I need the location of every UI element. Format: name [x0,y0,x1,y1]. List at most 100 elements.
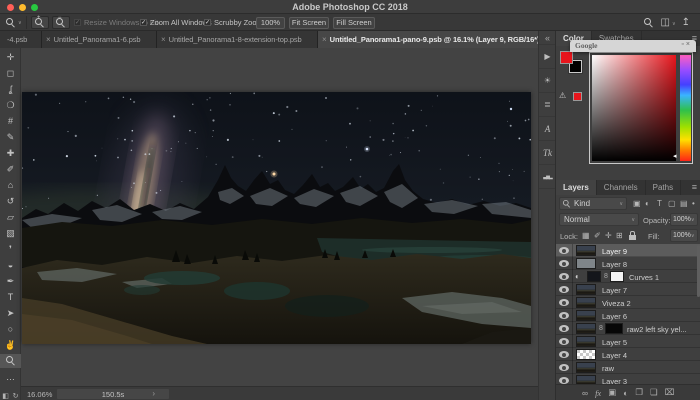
toolbar-more-button[interactable]: … [0,370,21,384]
eye-icon[interactable] [559,260,569,267]
layer-thumbnail[interactable] [576,336,596,347]
layer-row[interactable]: raw [556,361,700,374]
tool-healing-brush[interactable]: ✚ [0,146,21,160]
saturation-brightness-field[interactable] [592,55,676,161]
layer-thumbnail[interactable] [576,310,596,321]
pin-filter-icon[interactable]: • [692,199,695,208]
tab-paths[interactable]: Paths [646,180,681,195]
eye-icon[interactable] [559,299,569,306]
layer-mask-thumbnail[interactable] [610,271,624,282]
layer-row-adjustment[interactable]: ◐ 8 Curves 1 [556,270,700,283]
adjustment-layer-filter-icon[interactable]: ◐ [645,199,650,208]
eye-icon[interactable] [559,247,569,254]
link-layers-icon[interactable]: ∞ [582,388,588,398]
lock-all-icon[interactable] [629,235,636,240]
layer-thumbnail[interactable] [576,323,596,334]
hue-slider[interactable] [680,55,691,161]
layer-thumbnail[interactable] [587,271,601,282]
tool-crop[interactable]: # [0,114,21,128]
fit-screen-button[interactable]: Fit Screen [289,17,329,29]
layer-thumbnail[interactable] [576,245,596,256]
type-layer-filter-icon[interactable]: T [657,199,662,208]
layer-row[interactable]: Layer 5 [556,335,700,348]
layer-thumbnail[interactable] [576,258,596,269]
blend-mode-select[interactable]: Normal ∨ [559,213,639,226]
document-info[interactable]: 150.5s › [57,389,169,399]
tool-lasso[interactable]: ʆ [0,82,21,96]
new-adjustment-layer-icon[interactable]: ◐ [623,388,628,398]
lock-position-icon[interactable]: ✛ [605,231,612,240]
gamut-color-swatch[interactable] [573,92,582,101]
tab-layers[interactable]: Layers [556,180,597,195]
layer-thumbnail[interactable] [576,297,596,308]
zoom-100-button[interactable]: 100% [256,17,285,29]
close-tab-icon[interactable]: × [161,35,166,44]
smart-object-filter-icon[interactable]: ▤ [680,199,688,208]
eye-icon[interactable] [559,312,569,319]
eye-icon[interactable] [559,286,569,293]
tool-dodge[interactable]: ◒ [0,258,21,272]
tool-hand[interactable]: ✌ [0,338,21,352]
tool-path-select[interactable]: ➤ [0,306,21,320]
lock-pixels-icon[interactable]: ✐ [594,231,601,240]
layer-row-masked[interactable]: 8 raw2 left sky yel... [556,322,700,335]
color-panel-swatches[interactable] [560,51,584,75]
new-layer-icon[interactable]: ❏ [650,387,658,398]
fill-select[interactable]: 100% ∨ [670,229,698,242]
actions-panel-icon[interactable]: ▶ [539,45,556,69]
document-tab[interactable]: × Untitled_Panorama1-8-extension-top.psb [157,31,318,48]
search-icon[interactable] [644,18,654,28]
tool-blur[interactable]: ❜ [0,242,21,256]
eye-icon[interactable] [559,325,569,332]
panel-menu-icon[interactable]: ≡ [692,182,697,192]
histogram-panel-icon[interactable]: ▃▅▂ [539,165,556,189]
document-tab[interactable]: -4.psb [0,31,42,48]
tool-pen[interactable]: ✒ [0,274,21,288]
tool-shape[interactable]: ○ [0,322,21,336]
tool-move[interactable]: ✛ [0,50,21,64]
share-icon[interactable]: ↥ [682,17,690,28]
eye-icon[interactable] [559,338,569,345]
layer-row[interactable]: Layer 6 [556,309,700,322]
tk-panel-icon[interactable]: Tk [539,141,556,165]
layer-thumbnail[interactable] [576,362,596,373]
layer-thumbnail[interactable] [576,349,596,360]
add-layer-mask-icon[interactable]: ▣ [608,387,616,398]
overlay-window-buttons[interactable]: ▫× [681,41,692,48]
tool-type[interactable]: T [0,290,21,304]
shape-layer-filter-icon[interactable]: ▢ [668,199,676,208]
layer-row[interactable]: Layer 3 [556,374,700,384]
workspace-switcher[interactable]: ◫∨ [660,17,675,28]
close-tab-icon[interactable]: × [46,35,51,44]
close-tab-icon[interactable]: × [322,35,327,44]
layer-thumbnail[interactable] [576,284,596,295]
document-canvas[interactable] [22,92,531,344]
delete-layer-icon[interactable]: ⌧ [665,387,675,398]
foreground-color-swatch[interactable] [560,51,573,64]
properties-panel-icon[interactable]: ≣ [539,93,556,117]
collapse-panels-icon[interactable]: « [539,31,556,45]
zoom-level[interactable]: 16.06% [27,390,52,399]
document-tab[interactable]: × Untitled_Panorama1-6.psb [42,31,157,48]
layer-row[interactable]: Layer 8 [556,257,700,270]
layer-mask-thumbnail[interactable] [605,323,623,334]
zoom-all-windows-checkbox[interactable]: ✓ Zoom All Windows [140,14,212,31]
tool-clone-stamp[interactable]: ⌂ [0,178,21,192]
tab-channels[interactable]: Channels [597,180,646,195]
scrubby-zoom-checkbox[interactable]: ✓ Scrubby Zoom [204,14,263,31]
google-overlay-window[interactable]: Google ▫× [570,40,696,52]
zoom-in-button[interactable]: + [31,16,49,29]
adjustments-panel-icon[interactable]: ☀ [539,69,556,93]
opacity-select[interactable]: 100% ∨ [670,213,698,226]
tool-quick-selection[interactable]: ❍ [0,98,21,112]
new-group-icon[interactable]: ❐ [635,387,643,398]
pixel-layer-filter-icon[interactable]: ▣ [633,199,641,208]
glyphs-panel-icon[interactable]: A [539,117,556,141]
zoom-tool-preset[interactable]: ∨ [6,14,22,31]
layer-row[interactable]: Layer 4 [556,348,700,361]
layer-effects-icon[interactable]: fx [595,388,601,398]
layer-row[interactable]: Layer 9 [556,244,700,257]
eye-icon[interactable] [559,364,569,371]
layer-row[interactable]: Layer 7 [556,283,700,296]
tool-eyedropper[interactable]: ✎ [0,130,21,144]
